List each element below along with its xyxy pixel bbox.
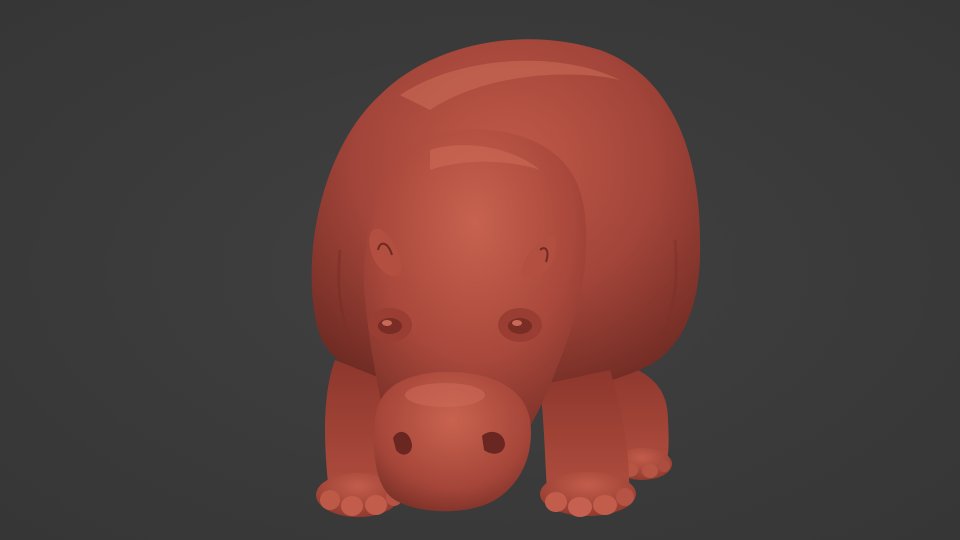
hippo-sculpt-render <box>311 39 701 517</box>
hippo-snout <box>374 371 531 512</box>
eye-right <box>498 308 542 342</box>
eye-left <box>368 308 412 342</box>
3d-viewport[interactable] <box>0 0 960 540</box>
